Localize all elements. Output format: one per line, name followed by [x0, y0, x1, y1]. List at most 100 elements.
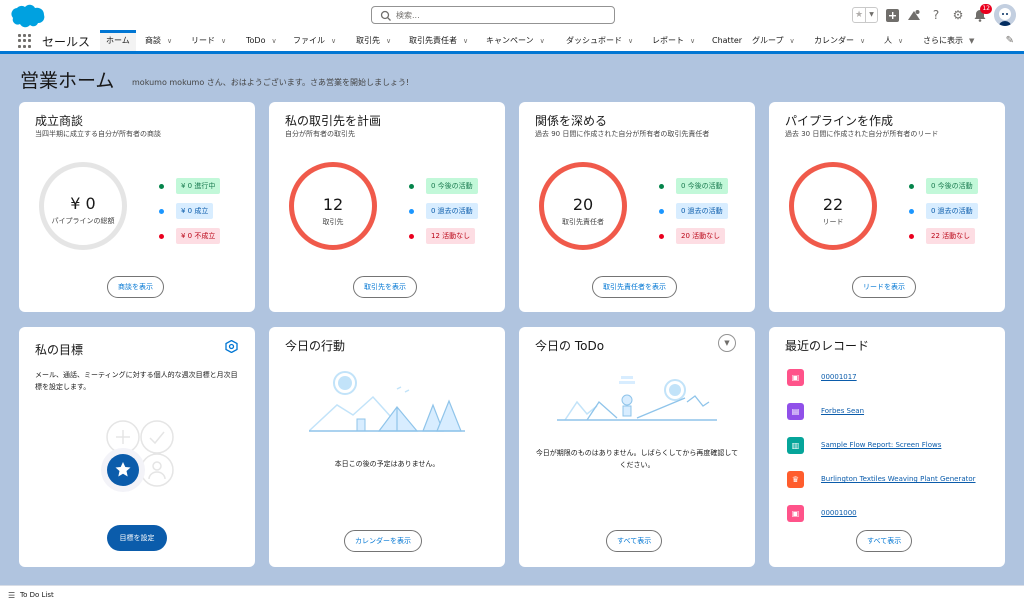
legend-item-upcoming[interactable]: 0 今後の活動 — [659, 178, 728, 194]
pipeline-total-value: ¥ 0 — [70, 194, 96, 213]
tab-dashboards[interactable]: ダッシュボード ∨ — [566, 30, 633, 51]
view-all-records-button[interactable]: すべて表示 — [856, 530, 913, 552]
help-icon[interactable]: ? — [928, 7, 944, 23]
leads-ring-chart: 22 リード — [789, 162, 877, 250]
legend-item-upcoming[interactable]: 0 今後の活動 — [409, 178, 478, 194]
notifications-bell-icon[interactable]: 12 — [972, 4, 992, 23]
app-launcher-icon[interactable] — [18, 34, 32, 48]
global-actions-icon[interactable] — [884, 7, 900, 23]
tab-opportunities[interactable]: 商談 ∨ — [145, 30, 172, 51]
recent-record-item[interactable]: ▣ 00001017 — [787, 368, 857, 386]
todo-filter-dropdown[interactable]: ▼ — [718, 334, 736, 352]
recent-record-item[interactable]: ▣ 00001000 — [787, 504, 857, 522]
chevron-down-icon: ∨ — [789, 37, 795, 45]
app-name: セールス — [42, 35, 91, 49]
card-title: 今日の ToDo — [535, 339, 605, 353]
recent-record-item[interactable]: ♛ Burlington Textiles Weaving Plant Gene… — [787, 470, 976, 488]
chevron-down-icon: ∨ — [628, 37, 634, 45]
view-calendar-button[interactable]: カレンダーを表示 — [344, 530, 422, 552]
view-opportunities-button[interactable]: 商談を表示 — [107, 276, 164, 298]
tab-reports[interactable]: レポート ∨ — [652, 30, 695, 51]
page-title: 営業ホーム — [20, 70, 115, 92]
view-leads-button[interactable]: リードを表示 — [852, 276, 916, 298]
tab-more[interactable]: さらに表示 ▼ — [923, 30, 974, 51]
tab-leads[interactable]: リード ∨ — [191, 30, 226, 51]
card-title: 関係を深める — [535, 114, 608, 128]
tab-people[interactable]: 人 ∨ — [884, 30, 903, 51]
case-icon: ▣ — [787, 368, 804, 386]
salesforce-logo[interactable] — [10, 3, 46, 29]
card-closed-deals: 成立商談 当四半期に成立する自分が所有者の商談 ¥ 0 パイプラインの総額 ¥ … — [19, 102, 255, 312]
todo-list-utility[interactable]: To Do List — [20, 591, 54, 599]
card-title: 私の目標 — [35, 343, 84, 357]
accounts-count-label: 取引先 — [322, 218, 344, 226]
chevron-down-icon[interactable]: ▼ — [865, 8, 877, 22]
chevron-down-icon: ∨ — [331, 37, 337, 45]
tab-groups[interactable]: グループ ∨ — [752, 30, 795, 51]
goal-settings-icon[interactable] — [225, 340, 238, 353]
gear-icon[interactable]: ⚙ — [950, 7, 966, 23]
chevron-down-icon: ∨ — [463, 37, 469, 45]
legend-item-no-activity[interactable]: 12 活動なし — [409, 228, 478, 244]
card-title: 成立商談 — [35, 114, 84, 128]
contacts-count: 20 — [572, 195, 594, 214]
set-goals-button[interactable]: 目標を設定 — [107, 525, 167, 551]
recent-record-item[interactable]: ▤ Forbes Sean — [787, 402, 864, 420]
card-plan-accounts: 私の取引先を計画 自分が所有者の取引先 12 取引先 0 今後の活動 0 過去の… — [269, 102, 505, 312]
legend-item-no-activity[interactable]: 20 活動なし — [659, 228, 728, 244]
recent-record-link[interactable]: Burlington Textiles Weaving Plant Genera… — [821, 475, 976, 483]
contacts-count-label: 取引先責任者 — [562, 218, 604, 226]
caret-down-icon: ▼ — [724, 339, 730, 347]
recent-record-link[interactable]: Sample Flow Report: Screen Flows — [821, 441, 941, 449]
chevron-down-icon: ∨ — [539, 37, 545, 45]
tab-accounts[interactable]: 取引先 ∨ — [356, 30, 391, 51]
view-contacts-button[interactable]: 取引先責任者を表示 — [592, 276, 677, 298]
card-build-pipeline: パイプラインを作成 過去 30 日間に作成された自分が所有者のリード 22 リー… — [769, 102, 1005, 312]
camping-illustration — [309, 371, 465, 432]
tab-calendar[interactable]: カレンダー ∨ — [814, 30, 865, 51]
tab-chatter[interactable]: Chatter — [712, 30, 742, 51]
user-avatar[interactable] — [994, 4, 1016, 26]
legend-item-upcoming[interactable]: 0 今後の活動 — [909, 178, 978, 194]
chevron-down-icon: ∨ — [167, 37, 173, 45]
card-recent-records: 最近のレコード ▣ 00001017 ▤ Forbes Sean ▥ Sampl… — [769, 327, 1005, 567]
favorites-button[interactable]: ★ ▼ — [852, 7, 878, 23]
legend-item-in-progress[interactable]: ¥ 0 進行中 — [159, 178, 221, 194]
tab-campaigns[interactable]: キャンペーン ∨ — [486, 30, 545, 51]
chevron-down-icon: ∨ — [898, 37, 904, 45]
legend-item-lost[interactable]: ¥ 0 不成立 — [159, 228, 221, 244]
recent-record-link[interactable]: 00001000 — [821, 509, 857, 517]
caret-down-icon: ▼ — [969, 37, 975, 45]
legend-item-won[interactable]: ¥ 0 成立 — [159, 203, 220, 219]
view-accounts-button[interactable]: 取引先を表示 — [353, 276, 417, 298]
card-title: 最近のレコード — [785, 339, 870, 353]
view-all-todos-button[interactable]: すべて表示 — [606, 530, 663, 552]
card-subtitle: 過去 90 日間に作成された自分が所有者の取引先責任者 — [535, 130, 710, 138]
legend-item-past[interactable]: 0 過去の活動 — [909, 203, 978, 219]
report-icon: ▥ — [787, 436, 804, 454]
beach-illustration — [557, 376, 717, 421]
global-header: 検索... ★ ▼ ? ⚙ 12 — [0, 0, 1024, 30]
legend-item-past[interactable]: 0 過去の活動 — [409, 203, 478, 219]
utility-bar: ☰ To Do List — [0, 585, 1024, 605]
todo-list-icon[interactable]: ☰ — [8, 591, 15, 600]
no-events-message: 本日この後の予定はありません。 — [334, 460, 440, 468]
trailhead-icon[interactable] — [906, 7, 922, 23]
card-subtitle: 自分が所有者の取引先 — [285, 130, 355, 138]
tab-todo[interactable]: ToDo ∨ — [246, 30, 277, 51]
recent-record-link[interactable]: Forbes Sean — [821, 407, 864, 415]
tab-files[interactable]: ファイル ∨ — [293, 30, 336, 51]
tab-home[interactable]: ホーム — [100, 30, 136, 51]
card-deepen-relationships: 関係を深める 過去 90 日間に作成された自分が所有者の取引先責任者 20 取引… — [519, 102, 755, 312]
legend-item-no-activity[interactable]: 22 活動なし — [909, 228, 978, 244]
edit-nav-pencil-icon[interactable]: ✎ — [1006, 35, 1014, 46]
recent-record-link[interactable]: 00001017 — [821, 373, 857, 381]
accounts-count: 12 — [322, 195, 344, 214]
crown-icon: ♛ — [787, 470, 804, 488]
global-search[interactable]: 検索... — [371, 6, 615, 24]
star-icon[interactable]: ★ — [853, 8, 865, 22]
legend-item-past[interactable]: 0 過去の活動 — [659, 203, 728, 219]
card-subtitle: 過去 30 日間に作成された自分が所有者のリード — [785, 130, 939, 138]
recent-record-item[interactable]: ▥ Sample Flow Report: Screen Flows — [787, 436, 941, 454]
tab-contacts[interactable]: 取引先責任者 ∨ — [409, 30, 468, 51]
